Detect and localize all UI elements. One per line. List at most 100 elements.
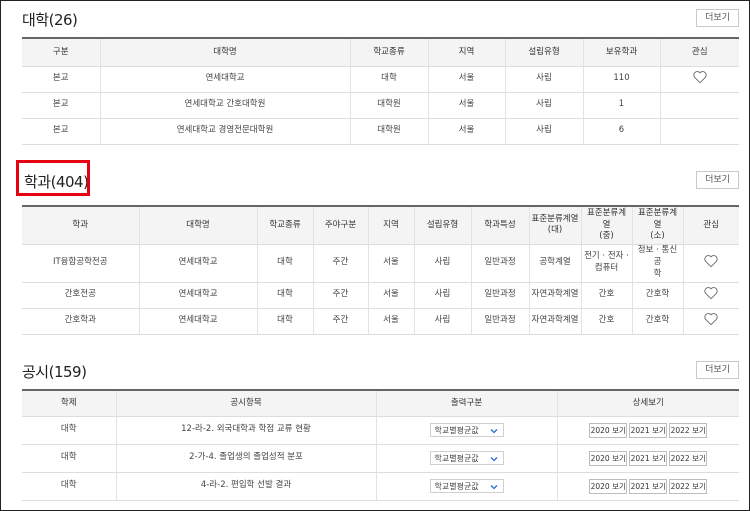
highlight-box (16, 160, 90, 196)
detail-cell: 2020 보기 2021 보기 2022 보기 (556, 444, 739, 473)
favorite-cell (682, 282, 739, 309)
cell: 연세대학교 (138, 308, 257, 335)
departments-section: 학과(404) 더보기 학과 대학명 학교종류 주야구분 지역 설립유형 학과특… (16, 159, 739, 339)
table-row: 대학 4-라-2. 편입학 선발 결과 학교별평균값 2020 보기 2021 보… (22, 472, 739, 501)
cell: 대학원 (349, 92, 428, 119)
table-row: 본교 연세대학교 간호대학원 대학원 서울 사립 1 (22, 92, 739, 119)
heart-outline-icon[interactable] (692, 70, 708, 84)
departments-more-button[interactable]: 더보기 (696, 171, 739, 189)
cell: 대학 (22, 444, 116, 473)
cell: 12-라-2. 외국대학과 학점 교류 현황 (115, 416, 376, 445)
cell: 공학계열 (528, 244, 581, 283)
view-2022-button[interactable]: 2022 보기 (669, 450, 708, 466)
cell: 대학 (22, 416, 116, 445)
col-header: 학교종류 (256, 205, 313, 245)
university-name-link[interactable]: 연세대학교 (99, 66, 350, 93)
disclosures-title: 공시(159) (22, 363, 87, 381)
col-header: 설립유형 (504, 37, 583, 67)
cell: 대학 (256, 244, 313, 283)
cell: 서울 (367, 282, 414, 309)
department-name-link[interactable]: 간호전공 (22, 282, 139, 309)
view-2022-button[interactable]: 2022 보기 (669, 478, 708, 494)
cell: 2-가-4. 졸업생의 졸업성적 분포 (115, 444, 376, 473)
favorite-cell (682, 308, 739, 335)
table-row: 본교 연세대학교 대학 서울 사립 110 (22, 66, 739, 93)
output-type-select[interactable]: 학교별평균값 (429, 450, 504, 465)
col-header: 상세보기 (556, 389, 739, 417)
department-name-link[interactable]: IT융합공학전공 (22, 244, 139, 283)
cell: 서울 (427, 92, 505, 119)
chevron-down-icon (489, 480, 499, 494)
col-header: 관심 (682, 205, 739, 245)
cell: 본교 (22, 118, 100, 145)
cell: 대학원 (349, 118, 428, 145)
cell: 주간 (312, 308, 368, 335)
cell: 간호 (580, 308, 632, 335)
disclosures-more-button[interactable]: 더보기 (696, 361, 739, 379)
col-header: 표준분류계열 (대) (528, 205, 581, 245)
university-name-link[interactable]: 연세대학교 경영전문대학원 (99, 118, 350, 145)
disclosures-header-row: 학제 공시항목 출력구분 상세보기 (22, 389, 739, 417)
col-header: 출력구분 (375, 389, 557, 417)
output-type-select[interactable]: 학교별평균값 (429, 422, 504, 438)
heart-outline-icon[interactable] (703, 312, 719, 326)
view-2021-button[interactable]: 2021 보기 (629, 478, 668, 494)
view-2021-button[interactable]: 2021 보기 (629, 422, 668, 438)
universities-more-button[interactable]: 더보기 (696, 9, 739, 27)
cell: 서울 (367, 244, 414, 283)
col-header: 학교종류 (349, 37, 428, 67)
col-header: 공시항목 (115, 389, 376, 417)
cell: 사립 (504, 92, 583, 119)
favorite-cell (659, 66, 739, 93)
cell: 자연과학계열 (528, 282, 581, 309)
view-2020-button[interactable]: 2020 보기 (589, 422, 628, 438)
university-name-link[interactable]: 연세대학교 간호대학원 (99, 92, 350, 119)
detail-cell: 2020 보기 2021 보기 2022 보기 (556, 416, 739, 445)
col-header: 대학명 (99, 37, 350, 67)
cell: 간호학 (631, 308, 683, 335)
table-row: 간호전공 연세대학교 대학 주간 서울 사립 일반과정 자연과학계열 간호 간호… (22, 282, 739, 309)
cell: 연세대학교 (138, 244, 257, 283)
cell: 대학 (256, 282, 313, 309)
disclosures-table: 학제 공시항목 출력구분 상세보기 대학 12-라-2. 외국대학과 학점 교류… (22, 389, 739, 501)
col-header: 설립유형 (413, 205, 471, 245)
cell: 1 (582, 92, 660, 119)
select-value: 학교별평균값 (434, 453, 479, 463)
col-header: 학과 (22, 205, 139, 245)
table-row: IT융합공학전공 연세대학교 대학 주간 서울 사립 일반과정 공학계열 전기 … (22, 244, 739, 283)
cell: 대학 (349, 66, 428, 93)
cell: 전기 · 전자 · 컴퓨터 (580, 244, 632, 283)
cell: 본교 (22, 66, 100, 93)
col-header: 표준분류계열 (중) (580, 205, 632, 245)
chevron-down-icon (489, 424, 499, 438)
cell: 정보 · 통신공 학 (631, 244, 683, 283)
view-2020-button[interactable]: 2020 보기 (589, 450, 628, 466)
cell: 사립 (413, 308, 471, 335)
col-header: 학과특성 (470, 205, 529, 245)
cell: 사립 (504, 66, 583, 93)
heart-outline-icon[interactable] (703, 286, 719, 300)
cell: 110 (582, 66, 660, 93)
cell: 서울 (427, 118, 505, 145)
heart-outline-icon[interactable] (703, 254, 719, 268)
col-header: 표준분류계열 (소) (631, 205, 683, 245)
cell: 사립 (504, 118, 583, 145)
table-row: 간호학과 연세대학교 대학 주간 서울 사립 일반과정 자연과학계열 간호 간호… (22, 308, 739, 335)
col-header: 주야구분 (312, 205, 368, 245)
select-value: 학교별평균값 (434, 425, 479, 435)
cell: 간호학 (631, 282, 683, 309)
output-type-select[interactable]: 학교별평균값 (429, 478, 504, 494)
col-header: 지역 (427, 37, 505, 67)
col-header: 보유학과 (582, 37, 660, 67)
view-2021-button[interactable]: 2021 보기 (629, 450, 668, 466)
view-2022-button[interactable]: 2022 보기 (669, 422, 708, 438)
cell: 사립 (413, 282, 471, 309)
cell: 대학 (22, 472, 116, 501)
cell: 주간 (312, 244, 368, 283)
detail-cell: 2020 보기 2021 보기 2022 보기 (556, 472, 739, 501)
cell: 본교 (22, 92, 100, 119)
departments-table: 학과 대학명 학교종류 주야구분 지역 설립유형 학과특성 표준분류계열 (대)… (22, 205, 739, 335)
department-name-link[interactable]: 간호학과 (22, 308, 139, 335)
favorite-cell (659, 92, 739, 119)
view-2020-button[interactable]: 2020 보기 (589, 478, 628, 494)
